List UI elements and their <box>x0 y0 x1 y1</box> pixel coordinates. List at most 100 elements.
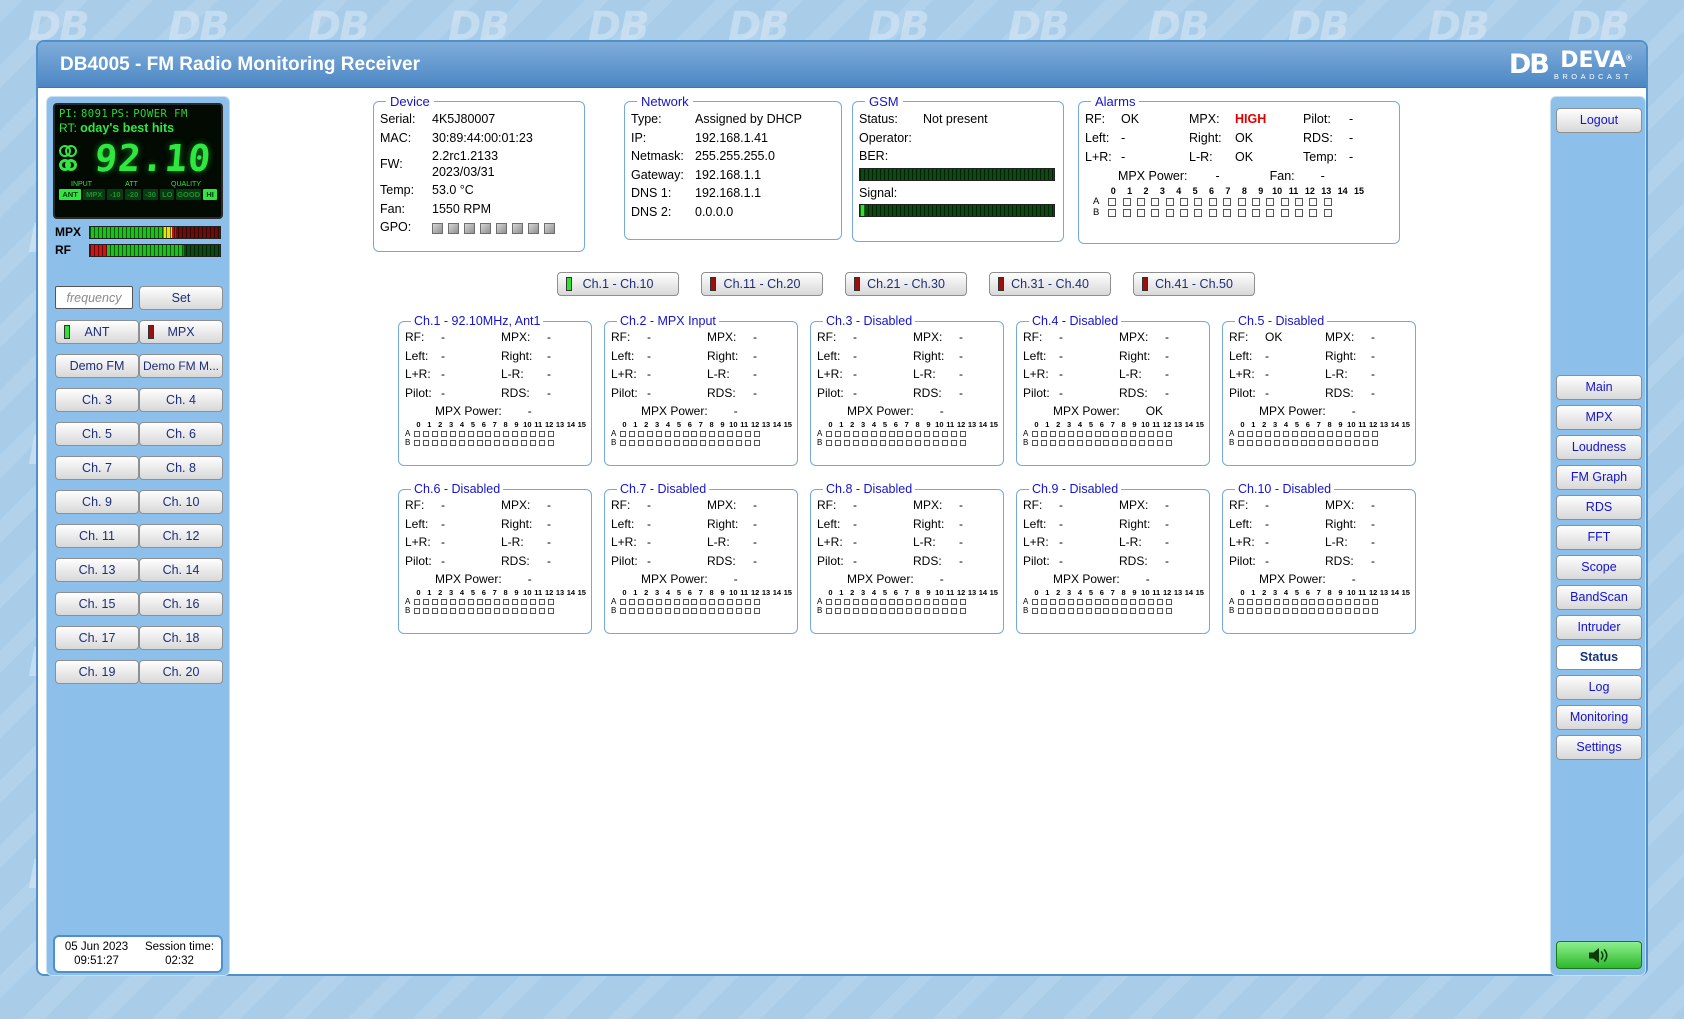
rds-icon <box>59 159 93 171</box>
bit-checkbox <box>951 440 957 446</box>
bit-checkbox <box>530 431 536 437</box>
bit-checkbox <box>1327 599 1333 605</box>
speaker-icon <box>1587 947 1611 964</box>
channel-button-ch-14[interactable]: Ch. 14 <box>139 558 223 582</box>
channel-right-value: - <box>1371 347 1411 366</box>
channel-button-ch-3[interactable]: Ch. 3 <box>55 388 139 412</box>
bit-index-label: 0 <box>1031 588 1042 597</box>
mpx-button[interactable]: MPX <box>139 320 223 344</box>
channel-button-ch-16[interactable]: Ch. 16 <box>139 592 223 616</box>
channel-button-ch-5[interactable]: Ch. 5 <box>55 422 139 446</box>
bit-checkbox <box>1265 599 1271 605</box>
channel-button-ch-18[interactable]: Ch. 18 <box>139 626 223 650</box>
bit-checkbox <box>691 599 697 605</box>
bit-checkbox <box>674 608 680 614</box>
set-button[interactable]: Set <box>139 286 223 310</box>
bit-checkbox <box>1068 440 1074 446</box>
bit-checkbox <box>1032 431 1038 437</box>
deva-brand-text: DEVA <box>1560 48 1626 73</box>
channel-rds-label: RDS: <box>1119 552 1165 571</box>
channel-button-ch-13[interactable]: Ch. 13 <box>55 558 139 582</box>
current-date: 05 Jun 2023 <box>55 940 138 954</box>
bit-checkbox <box>1041 599 1047 605</box>
network-label: IP: <box>631 129 695 148</box>
bit-row-b: B <box>817 438 999 447</box>
nav-main[interactable]: Main <box>1556 375 1642 400</box>
bit-index-label: 10 <box>934 420 945 429</box>
logout-button[interactable]: Logout <box>1556 108 1642 133</box>
channel-rds-value: - <box>959 384 999 403</box>
bit-checkbox <box>1121 599 1127 605</box>
channel-button-ch-4[interactable]: Ch. 4 <box>139 388 223 412</box>
nav-settings[interactable]: Settings <box>1556 735 1642 760</box>
nav-fm-graph[interactable]: FM Graph <box>1556 465 1642 490</box>
lcd-indicator-ant: ANT <box>59 189 81 200</box>
channel-rds-label: RDS: <box>1325 384 1371 403</box>
channel-button-ch-6[interactable]: Ch. 6 <box>139 422 223 446</box>
bit-checkbox <box>620 608 626 614</box>
nav-mpx[interactable]: MPX <box>1556 405 1642 430</box>
channel-button-ch-19[interactable]: Ch. 19 <box>55 660 139 684</box>
tab-ch-1-ch-10[interactable]: Ch.1 - Ch.10 <box>557 272 679 296</box>
tab-ch-21-ch-30[interactable]: Ch.21 - Ch.30 <box>845 272 967 296</box>
bit-checkbox <box>1166 431 1172 437</box>
bit-checkbox <box>1112 431 1118 437</box>
channel-button-ch-17[interactable]: Ch. 17 <box>55 626 139 650</box>
audio-listen-button[interactable] <box>1556 941 1642 969</box>
bit-checkbox <box>1086 440 1092 446</box>
channel-mpx-value: - <box>547 496 587 515</box>
channel-button-ch-7[interactable]: Ch. 7 <box>55 456 139 480</box>
lcd-indicator-cells: ANTMPX-10-20-30LOGOODHI <box>59 189 217 200</box>
bit-checkbox <box>674 440 680 446</box>
channel-button-ch-10[interactable]: Ch. 10 <box>139 490 223 514</box>
channel-value-row: Pilot:-RDS:- <box>403 552 587 571</box>
nav-log[interactable]: Log <box>1556 675 1642 700</box>
bit-checkbox <box>459 431 465 437</box>
rf-level-meter <box>89 244 221 257</box>
demo-fm-mpx-button[interactable]: Demo FM M... <box>139 354 223 378</box>
bit-checkbox <box>1274 608 1280 614</box>
nav-status[interactable]: Status <box>1556 645 1642 670</box>
bit-checkbox <box>1086 431 1092 437</box>
nav-loudness[interactable]: Loudness <box>1556 435 1642 460</box>
gpo-led <box>448 223 459 234</box>
channel-left-value: - <box>853 515 913 534</box>
tab-label: Ch.1 - Ch.10 <box>583 277 654 291</box>
tab-ch-31-ch-40[interactable]: Ch.31 - Ch.40 <box>989 272 1111 296</box>
channel-value-row: Pilot:-RDS:- <box>403 384 587 403</box>
channel-button-ch-9[interactable]: Ch. 9 <box>55 490 139 514</box>
bit-index-label: 15 <box>576 420 587 429</box>
lcd-indicator-good: GOOD <box>176 189 201 200</box>
bit-index-label: 9 <box>1129 588 1140 597</box>
channel-button-ch-12[interactable]: Ch. 12 <box>139 524 223 548</box>
ant-button[interactable]: ANT <box>55 320 139 344</box>
nav-fft[interactable]: FFT <box>1556 525 1642 550</box>
tab-ch-41-ch-50[interactable]: Ch.41 - Ch.50 <box>1133 272 1255 296</box>
bit-row-label: A <box>1229 597 1237 606</box>
channel-button-ch-15[interactable]: Ch. 15 <box>55 592 139 616</box>
bit-index-label: 14 <box>771 420 782 429</box>
frequency-input[interactable] <box>55 286 133 309</box>
nav-bandscan[interactable]: BandScan <box>1556 585 1642 610</box>
bit-index-label: 6 <box>1096 588 1107 597</box>
nav-rds[interactable]: RDS <box>1556 495 1642 520</box>
tab-ch-11-ch-20[interactable]: Ch.11 - Ch.20 <box>701 272 823 296</box>
channel-right-label: Right: <box>1325 515 1371 534</box>
bit-checkbox <box>1223 198 1231 206</box>
channel-button-ch-20[interactable]: Ch. 20 <box>139 660 223 684</box>
channel-right-value: - <box>547 347 587 366</box>
bit-index-label: 13 <box>1173 588 1184 597</box>
channel-button-ch-8[interactable]: Ch. 8 <box>139 456 223 480</box>
channel-pilot-value: - <box>1265 384 1325 403</box>
nav-scope[interactable]: Scope <box>1556 555 1642 580</box>
bit-index-label: 2 <box>847 588 858 597</box>
nav-intruder[interactable]: Intruder <box>1556 615 1642 640</box>
bit-index-label: 7 <box>1313 420 1324 429</box>
nav-monitoring[interactable]: Monitoring <box>1556 705 1642 730</box>
tab-led-indicator <box>1142 277 1148 291</box>
demo-fm-button[interactable]: Demo FM <box>55 354 139 378</box>
bit-checkbox <box>620 431 626 437</box>
channel-mpx-power-value: - <box>940 570 944 588</box>
channel-button-ch-11[interactable]: Ch. 11 <box>55 524 139 548</box>
bit-checkbox <box>638 599 644 605</box>
